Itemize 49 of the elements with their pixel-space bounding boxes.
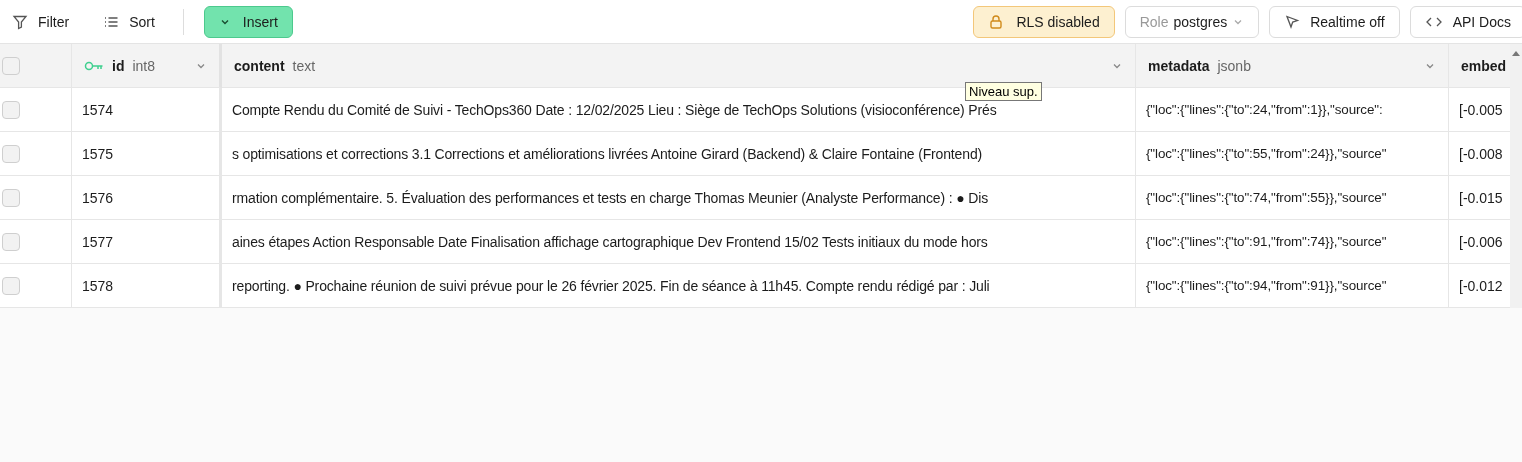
realtime-button[interactable]: Realtime off <box>1269 5 1400 38</box>
scrollbar[interactable] <box>1510 44 1522 308</box>
checkbox[interactable] <box>2 100 20 119</box>
insert-button[interactable]: Insert <box>203 5 293 38</box>
table-cell: aines étapes Action Responsable Date Finalisation affichage cartographique Dev Frontend 15/02 Tests initiaux du mode hors <box>222 220 1136 264</box>
table-cell: 1576 <box>72 176 222 220</box>
column-type: jsonb <box>1217 57 1251 74</box>
table-cell: [-0.006 <box>1449 220 1510 264</box>
column-header[interactable]: embed <box>1449 44 1510 88</box>
table-cell: s optimisations et corrections 3.1 Corrections et améliorations livrées Antoine Girard (Backend) & Claire Fontaine (Frontend) <box>222 132 1136 176</box>
table-cell: reporting. ● Prochaine réunion de suivi prévue pour le 26 février 2025. Fin de séance à 11h45. Compte rendu rédigé par : Juli <box>222 264 1136 308</box>
filter-icon <box>12 13 28 30</box>
column-name: embed <box>1461 57 1507 74</box>
table-cell: [-0.005 <box>1449 88 1510 132</box>
checkbox[interactable] <box>2 276 20 295</box>
table-cell: [-0.012 <box>1449 264 1510 308</box>
table-cell: rmation complémentaire. 5. Évaluation des performances et tests en charge Thomas Meunier (Analyste Performance) : ● Dis <box>222 176 1136 220</box>
tooltip: Niveau sup. <box>965 82 1042 101</box>
table-cell: [-0.015 <box>1449 176 1510 220</box>
table-cell: {"loc":{"lines":{"to":94,"from":91}},"source" <box>1136 264 1449 308</box>
table-cell: 1578 <box>72 264 222 308</box>
column-header[interactable]: content text <box>222 44 1136 88</box>
checkbox[interactable] <box>2 188 20 207</box>
scroll-up-arrow-icon[interactable] <box>1512 50 1520 56</box>
rls-button[interactable]: RLS disabled <box>973 5 1115 38</box>
table-cell: {"loc":{"lines":{"to":24,"from":1}},"source": <box>1136 88 1449 132</box>
filter-button[interactable]: Filter <box>12 5 80 38</box>
table-cell: {"loc":{"lines":{"to":74,"from":55}},"source" <box>1136 176 1449 220</box>
table-cell: 1574 <box>72 88 222 132</box>
cursor-icon <box>1284 13 1301 30</box>
column-header[interactable]: id int8 <box>72 44 222 88</box>
column-name: content <box>234 57 285 74</box>
table-cell: {"loc":{"lines":{"to":91,"from":74}},"source" <box>1136 220 1449 264</box>
column-header[interactable]: metadata jsonb <box>1136 44 1449 88</box>
checkbox[interactable] <box>2 56 20 75</box>
column-name: id <box>112 57 125 74</box>
table-cell: 1577 <box>72 220 222 264</box>
table-cell: 1575 <box>72 132 222 176</box>
column-name: metadata <box>1148 57 1210 74</box>
sort-button[interactable]: Sort <box>103 5 165 38</box>
api-docs-button[interactable]: API Docs <box>1409 5 1522 38</box>
table-cell: [-0.008 <box>1449 132 1510 176</box>
checkbox[interactable] <box>2 232 20 251</box>
column-type: int8 <box>132 57 156 74</box>
checkbox[interactable] <box>2 144 20 163</box>
lock-icon <box>988 13 1005 30</box>
role-dropdown[interactable]: Role postgres <box>1124 5 1260 38</box>
column-type: text <box>292 57 316 74</box>
table-cell: {"loc":{"lines":{"to":55,"from":24}},"source" <box>1136 132 1449 176</box>
